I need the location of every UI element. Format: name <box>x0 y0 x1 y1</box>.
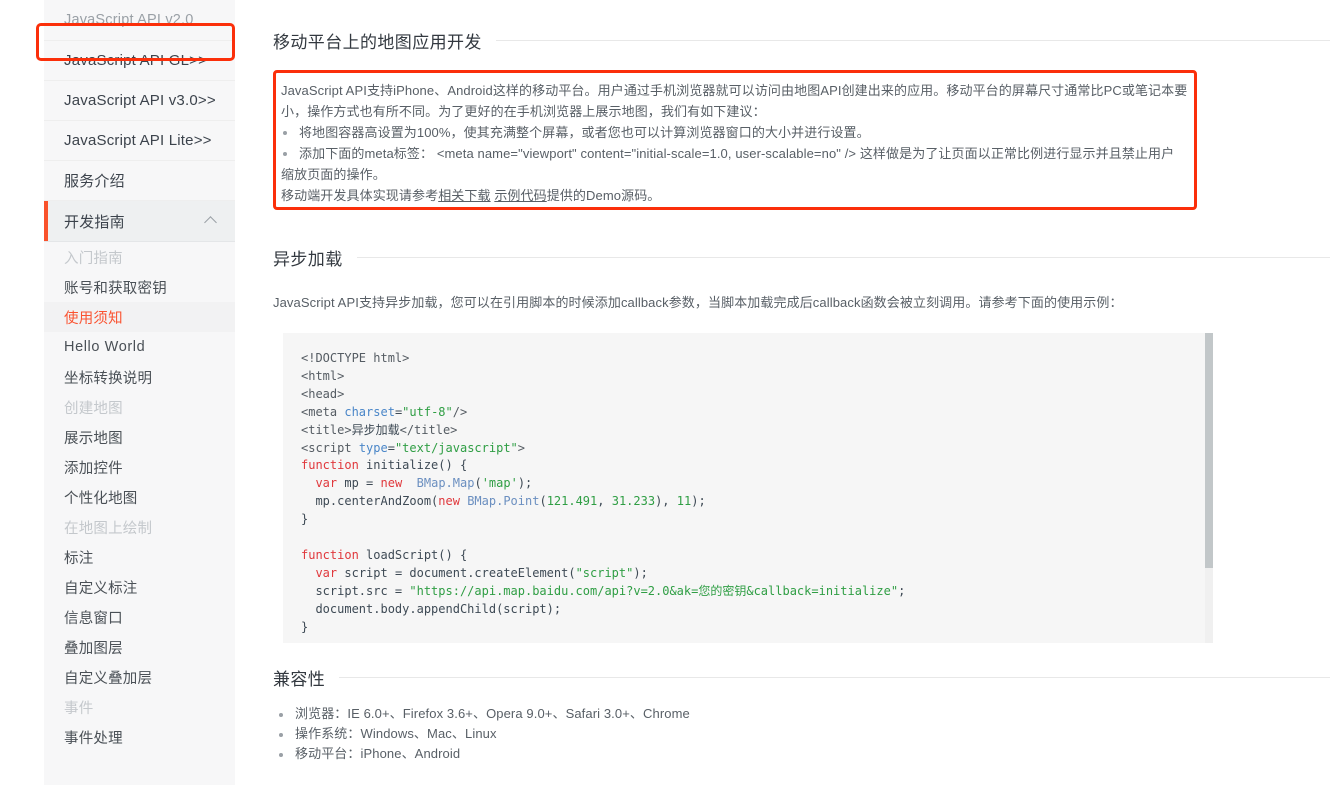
mobile-after-bullets: 缩放页面的操作。 <box>281 167 386 182</box>
mobile-bullet-list: 将地图容器高设置为100%，使其充满整个屏幕，或者您也可以计算浏览器窗口的大小并… <box>281 122 1318 164</box>
section-header-async: 异步加载 <box>273 245 1330 270</box>
sidebar-item-marker[interactable]: 标注 <box>44 542 235 572</box>
sidebar-item-custom-marker[interactable]: 自定义标注 <box>44 572 235 602</box>
sidebar-item-service-intro[interactable]: 服务介绍 <box>44 161 235 201</box>
sidebar-item-overlay-layer[interactable]: 叠加图层 <box>44 632 235 662</box>
compat-item-mobile: 移动平台：iPhone、Android <box>277 744 1330 764</box>
link-related-downloads[interactable]: 相关下载 <box>438 188 490 203</box>
sidebar-item-create-map[interactable]: 创建地图 <box>44 392 235 422</box>
section-rule <box>339 677 1330 678</box>
code-scrollbar-thumb[interactable] <box>1205 333 1213 568</box>
code-scrollbar[interactable] <box>1205 333 1213 643</box>
section-rule <box>356 257 1330 258</box>
link-sample-code[interactable]: 示例代码 <box>494 188 546 203</box>
sidebar-item-show-map[interactable]: 展示地图 <box>44 422 235 452</box>
mobile-intro-block: JavaScript API支持iPhone、Android这样的移动平台。用户… <box>273 70 1330 215</box>
sidebar-item-label: JavaScript API GL>> <box>64 52 208 69</box>
section-title-mobile: 移动平台上的地图应用开发 <box>273 33 482 52</box>
sidebar-item-label: 入门指南 <box>64 250 123 267</box>
mobile-para-line1: JavaScript API支持iPhone、Android这样的移动平台。用户… <box>281 83 1188 98</box>
chevron-up-icon <box>205 214 219 228</box>
sidebar-item-info-window[interactable]: 信息窗口 <box>44 602 235 632</box>
sidebar-item-label: 使用须知 <box>64 310 123 327</box>
sidebar-item-account-key[interactable]: 账号和获取密钥 <box>44 272 235 302</box>
sidebar-item-label: 个性化地图 <box>64 490 138 507</box>
sidebar-item-label: JavaScript API Lite>> <box>64 132 212 149</box>
mobile-para-line2: 小，操作方式也有所不同。为了更好的在手机浏览器上展示地图，我们有如下建议： <box>281 104 766 119</box>
sidebar-item-label: 标注 <box>64 550 94 567</box>
sidebar-item-label: Hello World <box>64 339 146 355</box>
compat-list: 浏览器：IE 6.0+、Firefox 3.6+、Opera 9.0+、Safa… <box>277 704 1330 764</box>
sidebar-item-label: 自定义叠加层 <box>64 670 153 687</box>
compat-item-os: 操作系统：Windows、Mac、Linux <box>277 724 1330 744</box>
sidebar: JavaScript API v2.0 JavaScript API GL>> … <box>44 0 235 785</box>
sidebar-item-label: 账号和获取密钥 <box>64 280 167 297</box>
sidebar-item-label: 在地图上绘制 <box>64 520 153 537</box>
sidebar-item-add-control[interactable]: 添加控件 <box>44 452 235 482</box>
mobile-note-suffix: 提供的Demo源码。 <box>546 188 661 203</box>
main-content: 移动平台上的地图应用开发 JavaScript API支持iPhone、Andr… <box>273 0 1330 785</box>
sidebar-item-js-api-lite[interactable]: JavaScript API Lite>> <box>44 121 235 161</box>
sidebar-item-label: JavaScript API v3.0>> <box>64 92 216 109</box>
sidebar-item-custom-map[interactable]: 个性化地图 <box>44 482 235 512</box>
sidebar-item-custom-overlay[interactable]: 自定义叠加层 <box>44 662 235 692</box>
sidebar-version-label: JavaScript API v2.0 <box>64 12 194 28</box>
mobile-note-prefix: 移动端开发具体实现请参考 <box>281 188 439 203</box>
async-paragraph: JavaScript API支持异步加载，您可以在引用脚本的时候添加callba… <box>273 295 1123 310</box>
mobile-bullet-1: 将地图容器高设置为100%，使其充满整个屏幕，或者您也可以计算浏览器窗口的大小并… <box>281 122 1318 143</box>
sidebar-item-label: 叠加图层 <box>64 640 123 657</box>
page-root: JavaScript API v2.0 JavaScript API GL>> … <box>0 0 1330 785</box>
sidebar-item-getting-started[interactable]: 入门指南 <box>44 242 235 272</box>
sidebar-item-event-handling[interactable]: 事件处理 <box>44 722 235 752</box>
sidebar-item-label: 事件 <box>64 700 94 717</box>
sidebar-item-label: 事件处理 <box>64 730 123 747</box>
sidebar-item-label: 自定义标注 <box>64 580 138 597</box>
sidebar-item-js-api-gl[interactable]: JavaScript API GL>> <box>44 41 235 81</box>
sidebar-item-label: 坐标转换说明 <box>64 370 153 387</box>
sidebar-item-label: 添加控件 <box>64 460 123 477</box>
compat-item-browsers: 浏览器：IE 6.0+、Firefox 3.6+、Opera 9.0+、Safa… <box>277 704 1330 724</box>
mobile-bullet-2: 添加下面的meta标签： <meta name="viewport" conte… <box>281 143 1318 164</box>
sidebar-item-draw-on-map[interactable]: 在地图上绘制 <box>44 512 235 542</box>
section-header-mobile: 移动平台上的地图应用开发 <box>273 28 1330 53</box>
section-rule <box>495 40 1330 41</box>
sidebar-version-title[interactable]: JavaScript API v2.0 <box>44 0 235 41</box>
section-header-compat: 兼容性 <box>273 665 1330 690</box>
mobile-note: 移动端开发具体实现请参考相关下载 示例代码提供的Demo源码。 <box>281 185 1318 206</box>
sidebar-item-label: 展示地图 <box>64 430 123 447</box>
sidebar-section-label: 开发指南 <box>64 213 125 231</box>
sidebar-item-hello-world[interactable]: Hello World <box>44 332 235 362</box>
sidebar-item-coord-convert[interactable]: 坐标转换说明 <box>44 362 235 392</box>
sidebar-item-label: 创建地图 <box>64 400 123 417</box>
section-title-async: 异步加载 <box>273 250 343 269</box>
sidebar-item-usage-notes[interactable]: 使用须知 <box>44 302 235 332</box>
sidebar-section-dev-guide[interactable]: 开发指南 <box>44 201 235 242</box>
sidebar-item-events[interactable]: 事件 <box>44 692 235 722</box>
sidebar-item-label: 服务介绍 <box>64 173 125 190</box>
code-block: <!DOCTYPE html> <html> <head> <meta char… <box>283 333 1213 643</box>
code-content: <!DOCTYPE html> <html> <head> <meta char… <box>301 351 906 634</box>
section-title-compat: 兼容性 <box>273 670 326 689</box>
sidebar-item-js-api-v3[interactable]: JavaScript API v3.0>> <box>44 81 235 121</box>
sidebar-item-label: 信息窗口 <box>64 610 123 627</box>
